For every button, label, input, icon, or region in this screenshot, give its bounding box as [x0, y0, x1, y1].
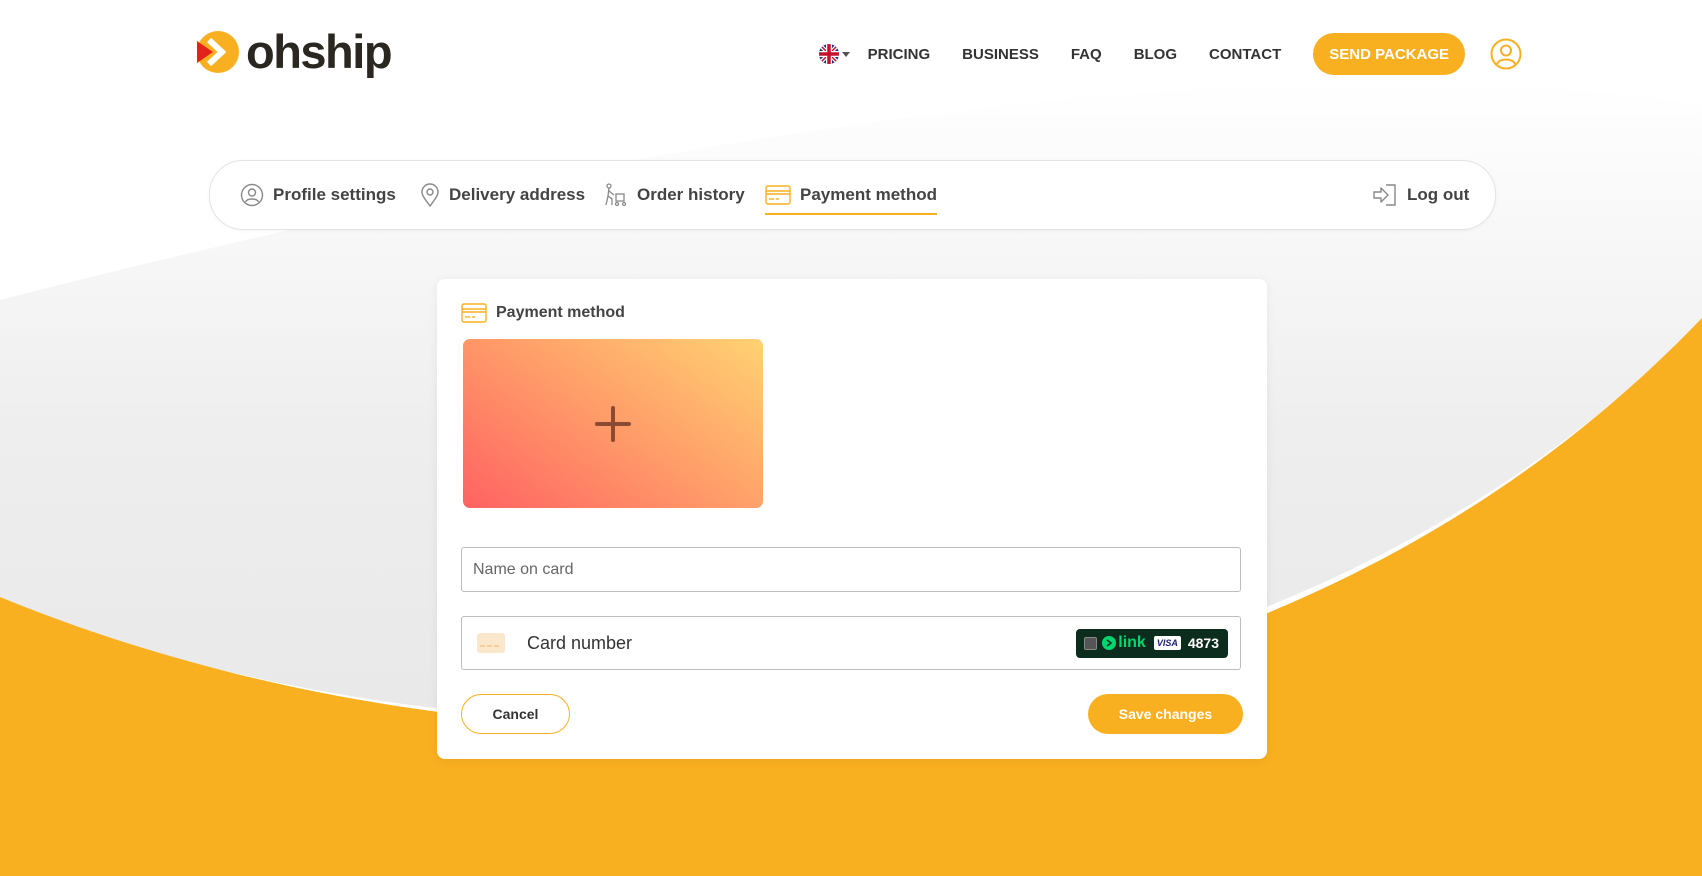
- credit-card-icon: [461, 303, 487, 323]
- account-tabs: Profile settings Delivery address Order …: [209, 160, 1496, 230]
- section-title: Payment method: [461, 303, 625, 323]
- uk-flag-icon: [818, 44, 839, 64]
- tab-order-history[interactable]: Order history: [604, 161, 745, 229]
- send-package-button[interactable]: SEND PACKAGE: [1313, 33, 1465, 75]
- nav-blog[interactable]: BLOG: [1134, 46, 1177, 63]
- cancel-button[interactable]: Cancel: [461, 694, 570, 734]
- section-title-text: Payment method: [496, 304, 625, 321]
- logout-button[interactable]: Log out: [1372, 161, 1469, 229]
- add-card-tile[interactable]: [463, 339, 763, 508]
- logout-icon: [1373, 184, 1396, 206]
- card-placeholder-icon: [477, 633, 505, 653]
- language-selector[interactable]: [818, 44, 850, 64]
- name-on-card-input[interactable]: [462, 548, 1240, 591]
- card-last-four: 4873: [1187, 635, 1219, 651]
- card-number-field[interactable]: Card number link VISA 4873: [461, 616, 1241, 670]
- tab-label: Delivery address: [449, 185, 586, 204]
- chevron-down-icon: [841, 51, 850, 57]
- logout-label: Log out: [1407, 185, 1470, 204]
- tab-label: Profile settings: [273, 185, 396, 204]
- visa-logo: VISA: [1153, 636, 1181, 650]
- tab-label: Payment method: [800, 185, 937, 204]
- link-arrow-icon: [1102, 636, 1117, 650]
- card-number-placeholder: Card number: [527, 632, 633, 653]
- ohship-logo[interactable]: ohship: [195, 25, 393, 78]
- logo-mark-icon: [197, 30, 239, 73]
- tab-payment-method[interactable]: Payment method: [765, 161, 937, 229]
- logo-wordmark: ohship: [246, 25, 393, 78]
- location-pin-icon: [421, 183, 439, 207]
- user-circle-icon[interactable]: [1490, 38, 1522, 70]
- save-changes-button[interactable]: Save changes: [1088, 694, 1243, 734]
- user-circle-icon: [240, 183, 264, 207]
- courier-icon: [605, 183, 627, 207]
- credit-card-icon: [765, 185, 791, 205]
- payment-method-card: Payment method Card number link VISA 487: [437, 279, 1267, 759]
- link-autofill-button[interactable]: link VISA 4873: [1076, 628, 1228, 658]
- nav-contact[interactable]: CONTACT: [1209, 46, 1281, 63]
- tab-label: Order history: [637, 185, 745, 204]
- plus-icon: [595, 405, 631, 442]
- site-header: ohship PRICING BUSINESS FAQ BLOG CONTACT…: [0, 0, 1702, 110]
- nav-pricing[interactable]: PRICING: [868, 46, 931, 63]
- tab-profile-settings[interactable]: Profile settings: [240, 161, 396, 229]
- nav-business[interactable]: BUSINESS: [962, 46, 1039, 63]
- link-logo: link: [1102, 634, 1146, 652]
- name-on-card-field[interactable]: [461, 547, 1241, 592]
- main-nav: PRICING BUSINESS FAQ BLOG CONTACT SEND P…: [818, 33, 1522, 75]
- link-checkbox: [1084, 636, 1098, 650]
- active-tab-underline: [765, 213, 937, 215]
- link-label: link: [1118, 634, 1146, 651]
- tab-delivery-address[interactable]: Delivery address: [420, 161, 585, 229]
- nav-faq[interactable]: FAQ: [1071, 46, 1102, 63]
